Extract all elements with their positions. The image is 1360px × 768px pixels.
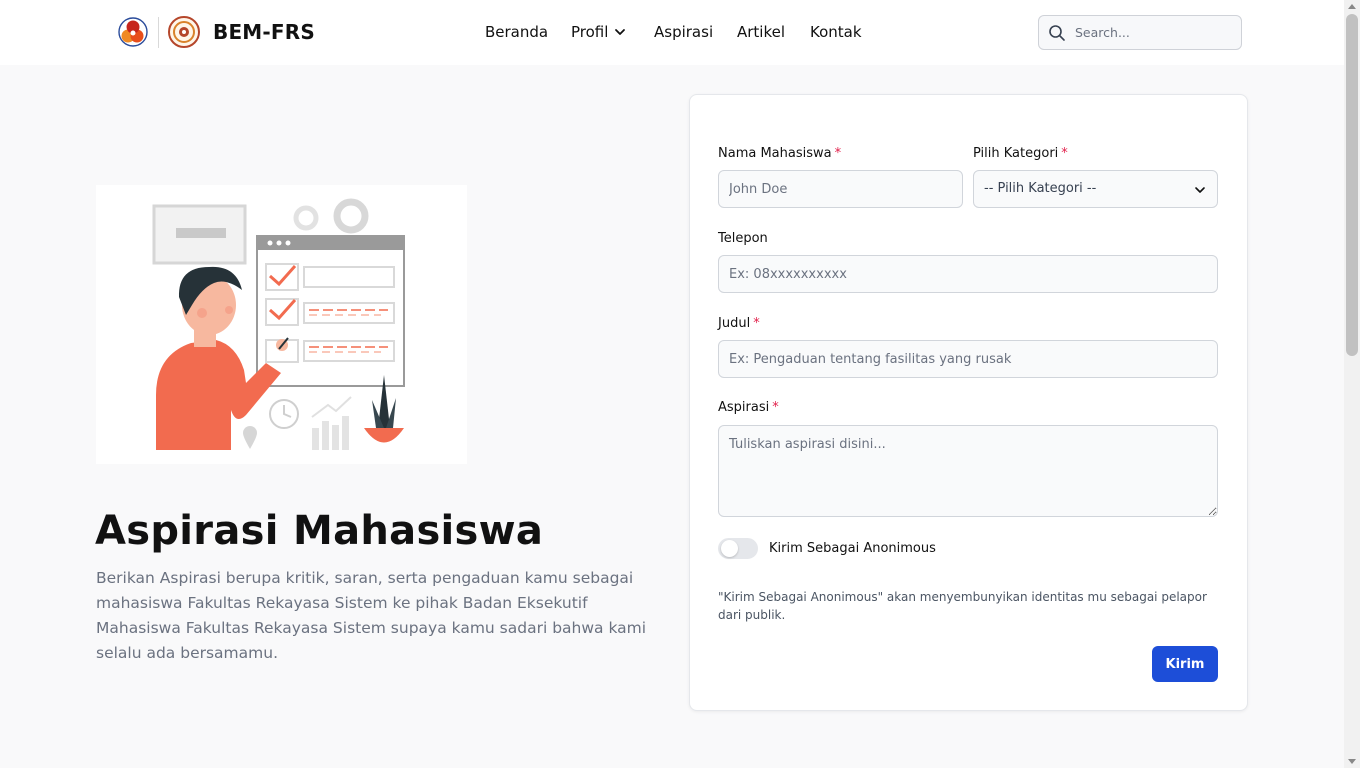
scroll-up-arrow-icon[interactable]	[1348, 4, 1356, 9]
telepon-input[interactable]	[718, 255, 1218, 293]
search-icon	[1049, 25, 1065, 41]
search-box[interactable]	[1038, 15, 1242, 50]
anonymous-toggle-label[interactable]: Kirim Sebagai Anonimous	[769, 541, 936, 556]
kirim-button[interactable]: Kirim	[1152, 646, 1218, 682]
toggle-knob	[721, 540, 738, 557]
required-asterisk: *	[834, 146, 842, 161]
aspiration-illustration	[96, 185, 467, 464]
nav-kontak[interactable]: Kontak	[810, 23, 862, 41]
search-input[interactable]	[1075, 18, 1235, 47]
nama-input[interactable]	[718, 170, 963, 208]
aspirasi-label: Aspirasi *	[718, 400, 779, 415]
nav-artikel[interactable]: Artikel	[737, 23, 785, 41]
page-scrollbar[interactable]	[1344, 0, 1360, 768]
telepon-label: Telepon	[718, 231, 768, 246]
kategori-select[interactable]: -- Pilih Kategori --	[973, 170, 1218, 208]
brand-name[interactable]: BEM-FRS	[213, 20, 315, 44]
page-description: Berikan Aspirasi berupa kritik, saran, s…	[96, 569, 647, 662]
page-title: Aspirasi Mahasiswa	[95, 508, 544, 554]
judul-input[interactable]	[718, 340, 1218, 378]
kategori-selected-value: -- Pilih Kategori --	[984, 181, 1097, 196]
kategori-label: Pilih Kategori *	[973, 146, 1068, 161]
nav-profil[interactable]: Profil	[571, 23, 608, 41]
required-asterisk: *	[772, 400, 779, 415]
judul-label: Judul *	[718, 316, 760, 331]
nav-beranda[interactable]: Beranda	[485, 23, 548, 41]
nama-label: Nama Mahasiswa *	[718, 146, 842, 161]
chevron-down-icon[interactable]	[614, 26, 626, 38]
nav-aspirasi[interactable]: Aspirasi	[654, 23, 713, 41]
round-seal-logo[interactable]	[168, 16, 200, 48]
required-asterisk: *	[1061, 146, 1068, 161]
logo-divider	[158, 17, 159, 48]
scroll-down-arrow-icon[interactable]	[1348, 759, 1356, 764]
anonymous-toggle[interactable]	[718, 538, 758, 559]
top-navbar: BEM-FRS Beranda Profil Aspirasi Artikel …	[0, 0, 1344, 65]
aspirasi-textarea[interactable]	[718, 425, 1218, 517]
scrollbar-thumb[interactable]	[1346, 14, 1358, 356]
anonymous-note: "Kirim Sebagai Anonimous" akan menyembun…	[718, 590, 1207, 622]
chevron-down-icon	[1195, 187, 1205, 193]
required-asterisk: *	[753, 316, 760, 331]
hexagon-cluster-logo[interactable]	[117, 17, 149, 47]
